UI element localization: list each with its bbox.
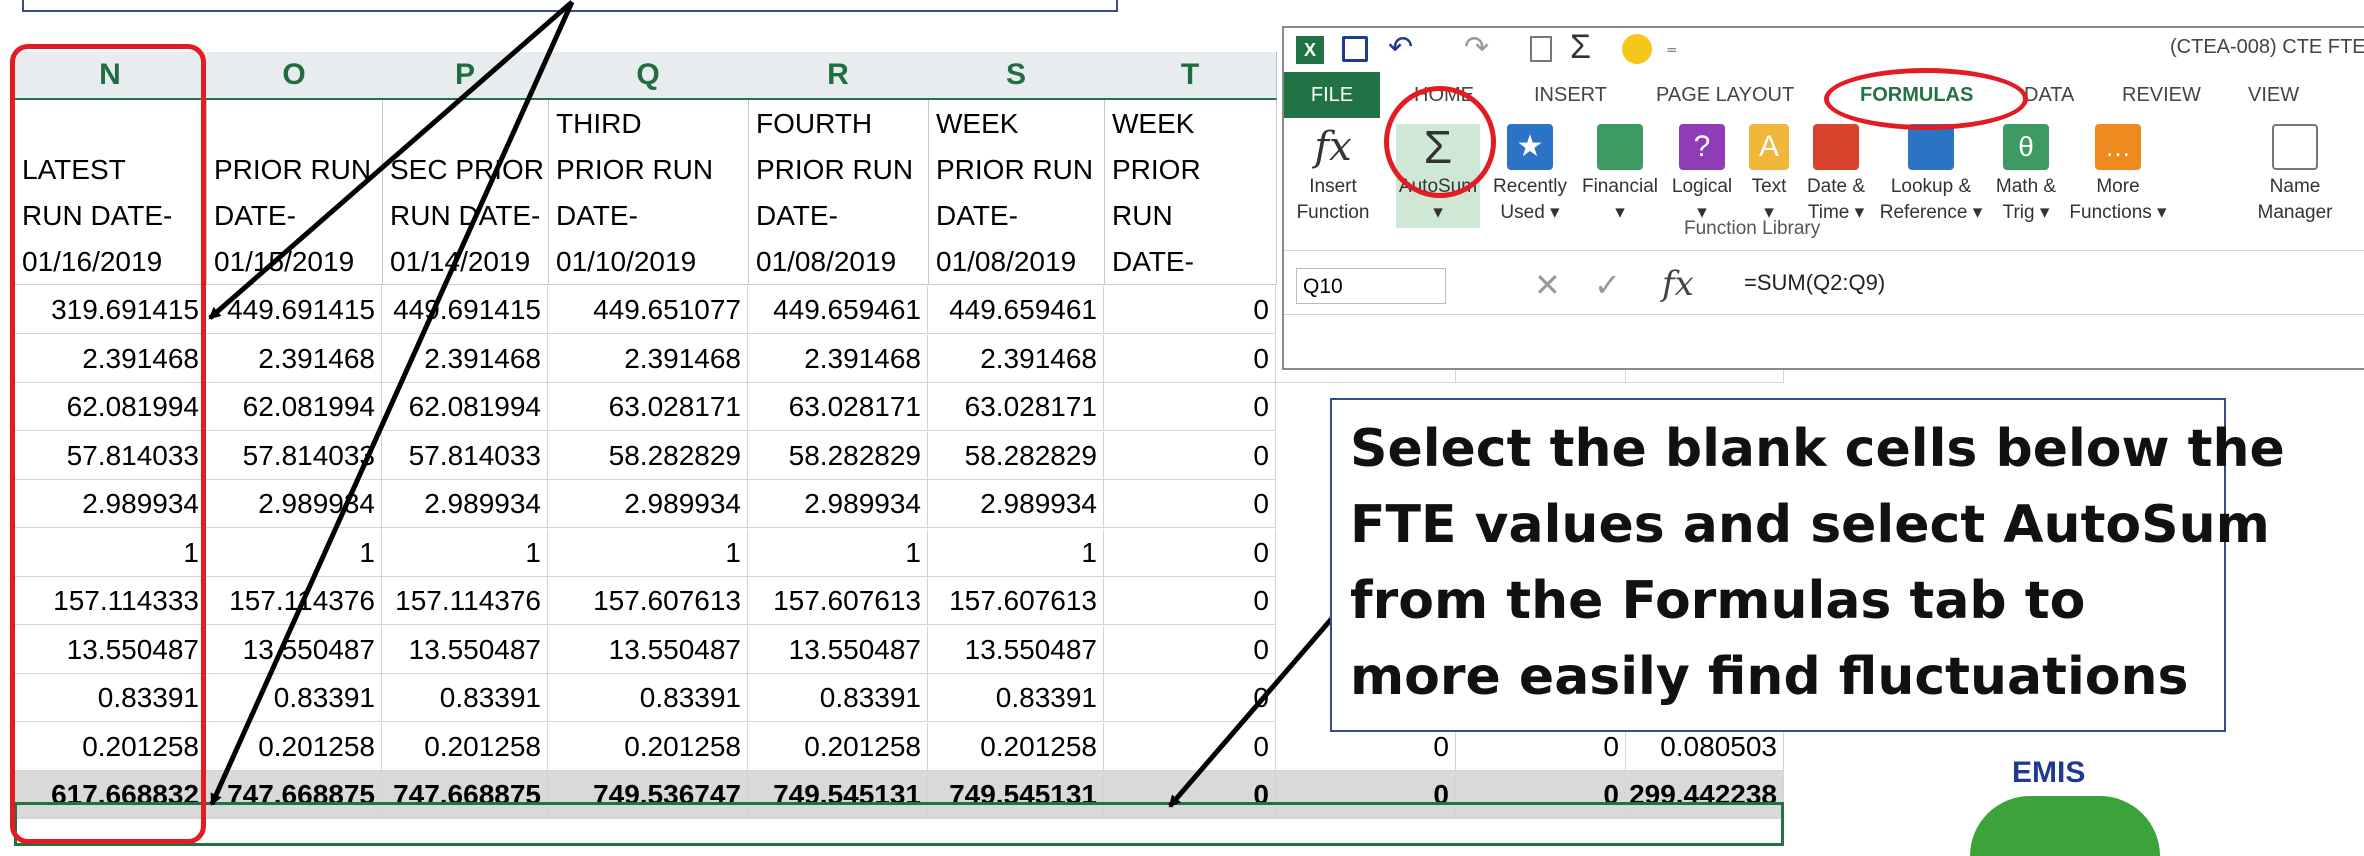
cancel-icon[interactable]: ✕ xyxy=(1534,266,1561,304)
financial-icon xyxy=(1597,124,1643,170)
name-box[interactable]: Q10 xyxy=(1296,268,1446,304)
btn-label-1: Text xyxy=(1751,176,1787,197)
fx-icon: fx xyxy=(1314,124,1352,170)
window-title: (CTEA-008) CTE FTE xyxy=(2170,36,2364,58)
title-bar: X ↶ ↷ Σ ₌ (CTEA-008) CTE FTE xyxy=(1284,28,2364,72)
calendar-icon xyxy=(1813,124,1859,170)
arrow-to-first-value xyxy=(208,0,574,320)
financial-button[interactable]: Financial ▾ xyxy=(1580,124,1660,226)
redo-icon[interactable]: ↷ xyxy=(1464,30,1489,65)
text-button[interactable]: A Text ▾ xyxy=(1742,124,1796,226)
excel-app-icon: X xyxy=(1296,36,1324,64)
btn-label-1: Date & xyxy=(1806,176,1866,197)
btn-label-2: ▾ xyxy=(1615,202,1625,223)
emis-logo: EMIS xyxy=(1940,752,2200,856)
callout-line: Select the blank cells below the xyxy=(1350,419,2285,479)
more-functions-icon: … xyxy=(2095,124,2141,170)
lookup-icon xyxy=(1908,124,1954,170)
btn-label-1: Insert xyxy=(1309,176,1357,197)
btn-label-1: Logical xyxy=(1671,176,1733,197)
formulas-tab-highlight xyxy=(1824,68,2028,130)
recently-used-button[interactable]: ★ Recently Used ▾ xyxy=(1484,124,1576,226)
save-icon[interactable] xyxy=(1342,36,1368,62)
btn-label-2: Functions ▾ xyxy=(2069,202,2167,223)
function-library-label: Function Library xyxy=(1684,218,1821,239)
instruction-callout: Select the blank cells below the FTE val… xyxy=(1330,398,2285,732)
btn-label-1: Lookup & xyxy=(1890,176,1972,197)
emis-logo-text: EMIS xyxy=(2012,756,2086,789)
btn-label-1: More xyxy=(2096,176,2140,197)
name-manager-button[interactable]: Name Manager xyxy=(2252,124,2338,226)
btn-label-2: Manager xyxy=(2257,202,2333,223)
autosum-quick-icon[interactable]: Σ xyxy=(1570,28,1591,67)
btn-label-2: Used ▾ xyxy=(1500,202,1560,223)
math-trig-icon: θ xyxy=(2003,124,2049,170)
autosum-highlight xyxy=(1384,86,1496,198)
btn-label-1: Recently xyxy=(1493,176,1567,197)
callout-line: more easily find fluctuations xyxy=(1350,647,2189,707)
smiley-icon[interactable] xyxy=(1622,34,1652,64)
btn-label-2: Trig ▾ xyxy=(2002,202,2050,223)
handshake-logo-graphic xyxy=(1970,796,2160,856)
customize-qat-icon[interactable]: ₌ xyxy=(1666,34,1678,60)
formula-text[interactable]: =SUM(Q2:Q9) xyxy=(1744,270,1885,296)
callout-line: from the Formulas tab to xyxy=(1350,571,2086,631)
lookup-reference-button[interactable]: Lookup & Reference ▾ xyxy=(1876,124,1986,226)
btn-label-2: Function xyxy=(1296,202,1370,223)
enter-icon[interactable]: ✓ xyxy=(1594,266,1621,304)
btn-label-1: Financial xyxy=(1581,176,1659,197)
star-icon: ★ xyxy=(1507,124,1553,170)
tab-page-layout[interactable]: PAGE LAYOUT xyxy=(1656,72,1794,118)
insert-function-button[interactable]: fx Insert Function xyxy=(1288,124,1378,226)
callout-line: FTE values and select AutoSum xyxy=(1350,495,2270,555)
btn-label-1: Math & xyxy=(1995,176,2057,197)
tab-review[interactable]: REVIEW xyxy=(2122,72,2201,118)
btn-label-2: ▾ xyxy=(1433,202,1443,223)
math-trig-button[interactable]: θ Math & Trig ▾ xyxy=(1988,124,2064,226)
insert-function-icon[interactable]: fx xyxy=(1662,264,1694,304)
more-functions-button[interactable]: … More Functions ▾ xyxy=(2066,124,2170,226)
logical-button[interactable]: ? Logical ▾ xyxy=(1666,124,1738,226)
excel-ribbon: X ↶ ↷ Σ ₌ (CTEA-008) CTE FTE FILE HOME I… xyxy=(1282,26,2364,370)
formula-bar: Q10 ✕ ✓ fx =SUM(Q2:Q9) xyxy=(1284,260,2364,315)
tab-file[interactable]: FILE xyxy=(1284,72,1380,118)
date-time-button[interactable]: Date & Time ▾ xyxy=(1798,124,1874,226)
text-icon: A xyxy=(1749,124,1789,170)
arrow-to-total xyxy=(209,0,575,806)
undo-icon[interactable]: ↶ xyxy=(1388,30,1413,65)
tab-view[interactable]: VIEW xyxy=(2248,72,2299,118)
btn-label-2: Reference ▾ xyxy=(1879,202,1983,223)
tab-insert[interactable]: INSERT xyxy=(1534,72,1607,118)
tab-data[interactable]: DATA xyxy=(2024,72,2074,118)
logical-icon: ? xyxy=(1679,124,1725,170)
name-manager-icon xyxy=(2272,124,2318,170)
btn-label-1: Name xyxy=(2269,176,2321,197)
clipboard-icon[interactable] xyxy=(1530,36,1552,62)
arrow-to-blank-cells xyxy=(1168,614,1336,808)
